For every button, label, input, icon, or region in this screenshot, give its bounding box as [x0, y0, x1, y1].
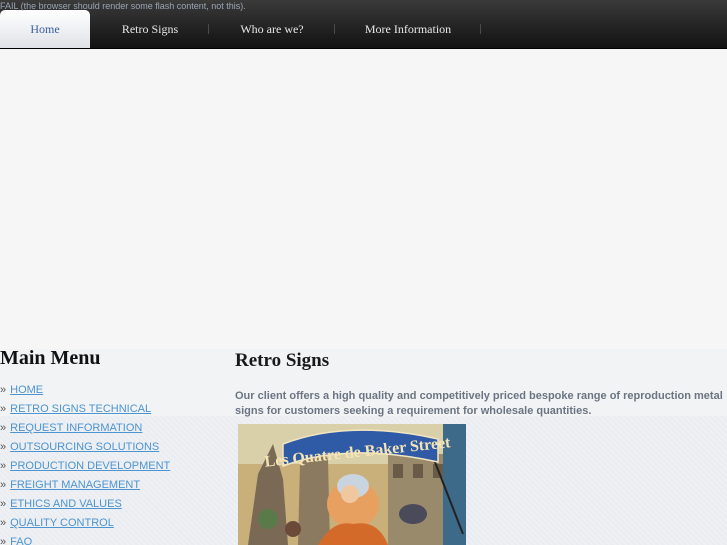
nav-more-information[interactable]: More Information	[352, 10, 464, 48]
menu-item-faq: » FAQ	[0, 534, 170, 545]
menu-link-request-information[interactable]: REQUEST INFORMATION	[10, 422, 142, 434]
menu-item-quality-control: » QUALITY CONTROL	[0, 515, 170, 534]
menu-bullet: »	[0, 403, 7, 415]
flash-placeholder-area	[0, 49, 727, 349]
menu-item-home: » HOME	[0, 382, 170, 401]
content-intro-text: Our client offers a high quality and com…	[235, 390, 723, 417]
menu-item-freight-management: » FREIGHT MANAGEMENT	[0, 477, 170, 496]
main-menu-list: » HOME » RETRO SIGNS TECHNICAL » REQUEST IN…	[0, 382, 170, 545]
menu-item-retro-signs-technical: » RETRO SIGNS TECHNICAL	[0, 401, 170, 420]
menu-item-production-development: » PRODUCTION DEVELOPMENT	[0, 458, 170, 477]
menu-bullet: »	[0, 422, 7, 434]
menu-bullet: »	[0, 460, 7, 472]
nav-separator	[334, 24, 335, 34]
menu-link-retro-signs-technical[interactable]: RETRO SIGNS TECHNICAL	[10, 403, 151, 415]
menu-item-outsourcing-solutions: » OUTSOURCING SOLUTIONS	[0, 439, 170, 458]
page: Home Retro Signs Who are we? More Inform…	[0, 0, 727, 545]
menu-link-home[interactable]: HOME	[10, 384, 43, 396]
nav-separator	[480, 24, 481, 34]
menu-link-faq[interactable]: FAQ	[10, 536, 32, 545]
menu-bullet: »	[0, 536, 7, 545]
menu-link-production-development[interactable]: PRODUCTION DEVELOPMENT	[10, 460, 170, 472]
menu-link-quality-control[interactable]: QUALITY CONTROL	[10, 517, 114, 529]
menu-bullet: »	[0, 479, 7, 491]
menu-item-ethics-and-values: » ETHICS AND VALUES	[0, 496, 170, 515]
nav-separator	[208, 24, 209, 34]
menu-link-freight-management[interactable]: FREIGHT MANAGEMENT	[10, 479, 140, 491]
menu-link-outsourcing-solutions[interactable]: OUTSOURCING SOLUTIONS	[10, 441, 159, 453]
flash-fallback-message: FAIL (the browser should render some fla…	[0, 1, 246, 11]
nav-who-are-we[interactable]: Who are we?	[226, 10, 318, 48]
menu-bullet: »	[0, 498, 7, 510]
menu-bullet: »	[0, 384, 7, 396]
menu-bullet: »	[0, 441, 7, 453]
menu-item-request-information: » REQUEST INFORMATION	[0, 420, 170, 439]
nav-retro-signs[interactable]: Retro Signs	[108, 10, 192, 48]
retro-sign-poster-image: Les Quatre de Baker Street	[238, 424, 466, 545]
menu-link-ethics-and-values[interactable]: ETHICS AND VALUES	[10, 498, 122, 510]
content-heading: Retro Signs	[235, 350, 330, 371]
main-menu-heading: Main Menu	[0, 347, 101, 369]
nav-home[interactable]: Home	[0, 10, 90, 48]
menu-bullet: »	[0, 517, 7, 529]
